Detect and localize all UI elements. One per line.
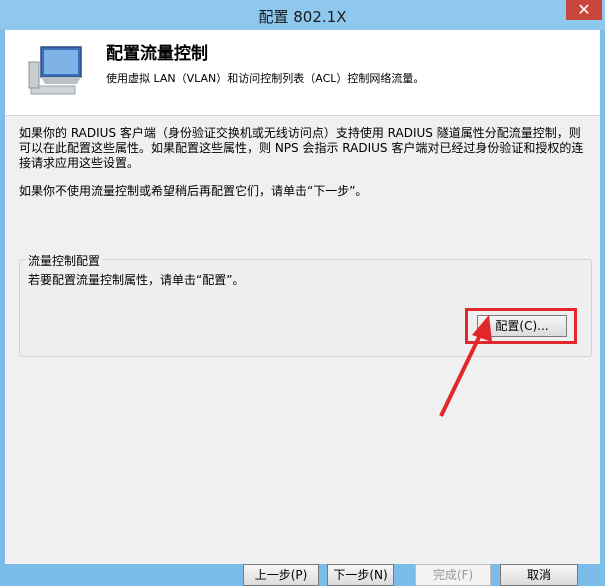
network-computer-icon [28,46,82,95]
description-paragraph: 如果你的 RADIUS 客户端（身份验证交换机或无线访问点）支持使用 RADIU… [19,126,584,170]
cancel-button[interactable]: 取消 [500,564,578,586]
next-button[interactable]: 下一步(N) [327,564,394,586]
page-subtitle: 使用虚拟 LAN（VLAN）和访问控制列表（ACL）控制网络流量。 [106,72,425,85]
page-title: 配置流量控制 [106,44,208,64]
title-bar: 配置 802.1X ✕ [0,0,605,30]
configure-button[interactable]: 配置(C)... [477,315,567,337]
group-instruction: 若要配置流量控制属性，请单击“配置”。 [28,273,245,287]
close-button[interactable]: ✕ [566,0,602,20]
skip-instruction: 如果你不使用流量控制或希望稍后再配置它们，请单击“下一步”。 [19,184,368,198]
previous-button[interactable]: 上一步(P) [243,564,319,586]
window-title: 配置 802.1X [258,8,347,26]
wizard-header: 配置流量控制 使用虚拟 LAN（VLAN）和访问控制列表（ACL）控制网络流量。 [5,30,600,116]
finish-button: 完成(F) [415,564,491,586]
wizard-client-area: 配置流量控制 使用虚拟 LAN（VLAN）和访问控制列表（ACL）控制网络流量。… [5,30,600,586]
group-label: 流量控制配置 [26,252,103,269]
wizard-body: 如果你的 RADIUS 客户端（身份验证交换机或无线访问点）支持使用 RADIU… [5,116,600,586]
